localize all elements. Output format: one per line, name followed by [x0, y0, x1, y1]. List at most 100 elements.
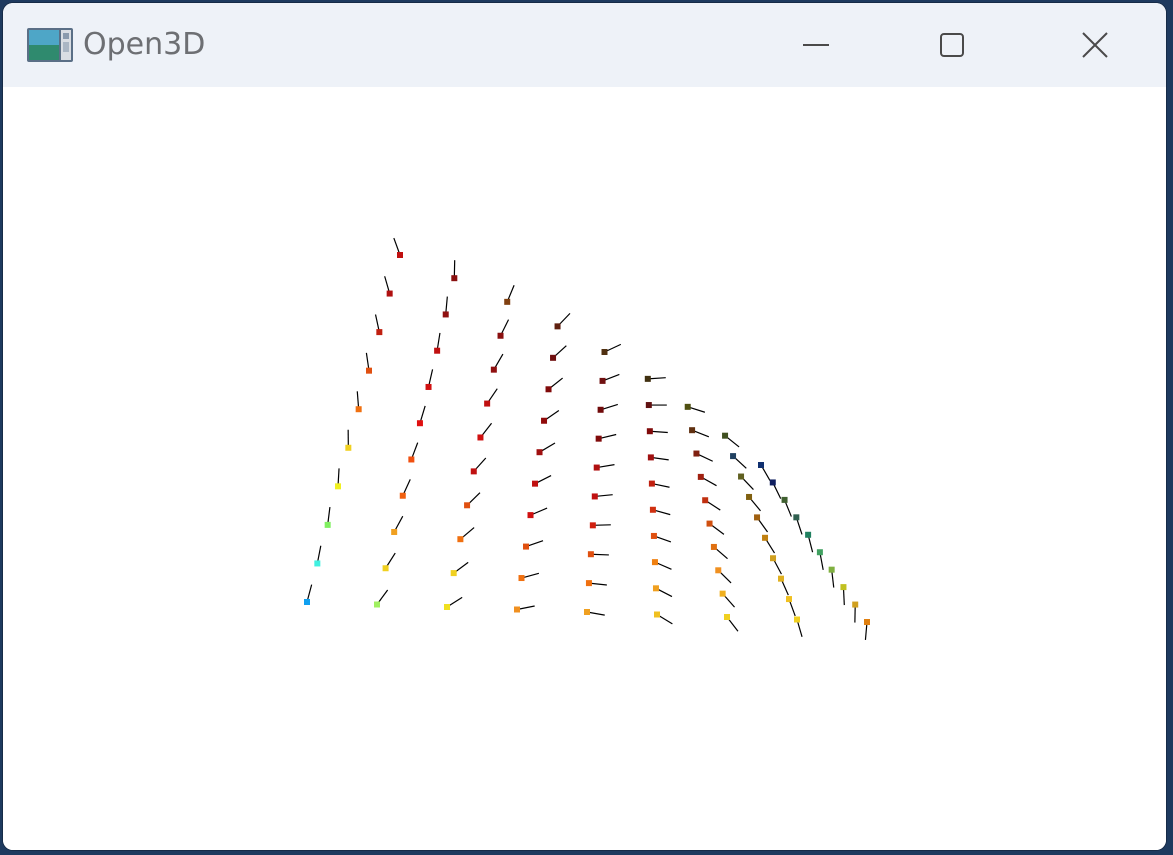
cloud-point: [754, 514, 761, 521]
cloud-point: [762, 534, 769, 541]
cloud-point: [366, 367, 372, 374]
cloud-point: [514, 606, 520, 613]
cloud-point: [457, 536, 464, 543]
cloud-point: [442, 311, 449, 318]
cloud-point: [397, 252, 403, 258]
cloud-point: [484, 400, 491, 407]
cloud-point: [651, 559, 658, 566]
cloud-point: [706, 520, 713, 527]
cloud-point: [434, 347, 441, 354]
cloud-point: [536, 449, 543, 456]
cloud-point: [840, 584, 847, 591]
cloud-point: [425, 383, 432, 390]
cloud-point: [645, 402, 652, 409]
cloud-point: [648, 480, 655, 487]
cloud-point: [770, 555, 777, 562]
cloud-point: [490, 366, 497, 373]
cloud-point: [304, 599, 310, 605]
cloud-point: [599, 377, 606, 384]
cloud-point: [541, 417, 548, 424]
cloud-point: [684, 403, 691, 410]
cloud-point: [864, 619, 870, 625]
maximize-icon: [940, 33, 964, 57]
cloud-point: [702, 497, 709, 504]
cloud-point: [746, 493, 753, 500]
window-title: Open3D: [83, 27, 206, 62]
cloud-point: [386, 290, 393, 297]
cloud-point: [597, 406, 604, 413]
cloud-point: [758, 462, 764, 468]
cloud-point: [589, 522, 596, 529]
cloud-point: [724, 614, 730, 620]
cloud-point: [532, 480, 539, 487]
cloud-point: [786, 596, 793, 603]
cloud-point: [374, 601, 380, 608]
cloud-point: [781, 496, 788, 503]
cloud-point: [584, 609, 590, 615]
cloud-point: [689, 427, 696, 434]
cloud-point: [778, 575, 785, 582]
cloud-point: [518, 575, 525, 582]
cloud-point: [654, 611, 660, 618]
cloud-point: [793, 514, 800, 521]
cloud-point: [450, 570, 457, 577]
cloud-point: [646, 428, 653, 435]
cloud-point: [527, 512, 534, 519]
cloud-point: [314, 560, 321, 567]
cloud-point: [828, 566, 835, 573]
cloud-point: [647, 454, 654, 461]
cloud-point: [497, 332, 504, 339]
cloud-point: [650, 532, 657, 539]
open3d-window: Open3D: [3, 3, 1166, 850]
cloud-point: [730, 453, 737, 460]
cloud-point: [504, 298, 511, 305]
3d-viewport[interactable]: [3, 87, 1166, 850]
cloud-point: [324, 521, 331, 528]
cloud-point: [794, 616, 800, 623]
cloud-point: [652, 585, 659, 592]
cloud-point: [382, 565, 389, 572]
cloud-point: [451, 275, 458, 282]
cloud-point: [399, 492, 406, 499]
cloud-point: [595, 435, 602, 442]
cloud-point: [591, 493, 598, 500]
cloud-point: [545, 386, 552, 393]
cloud-point: [710, 543, 717, 550]
cloud-point: [649, 506, 656, 513]
cloud-point: [464, 502, 471, 509]
minimize-button[interactable]: [746, 3, 886, 87]
cloud-point: [587, 551, 594, 558]
cloud-point: [738, 473, 745, 480]
close-button[interactable]: [1025, 3, 1165, 87]
cloud-point: [693, 450, 700, 457]
cloud-point: [852, 601, 859, 608]
open3d-app-icon: [27, 28, 73, 62]
title-bar[interactable]: Open3D: [3, 3, 1166, 87]
cloud-point: [444, 604, 450, 610]
cloud-point: [554, 323, 561, 330]
cloud-point: [593, 464, 600, 471]
cloud-point: [644, 375, 651, 382]
cloud-point: [523, 543, 530, 550]
cloud-point: [805, 531, 812, 538]
cloud-point: [585, 580, 592, 587]
cloud-point: [722, 432, 729, 439]
cloud-point: [470, 468, 477, 475]
cloud-point: [601, 349, 608, 355]
cloud-point: [550, 354, 557, 361]
cloud-point: [391, 528, 398, 535]
minimize-icon: [803, 43, 829, 47]
cloud-point: [416, 420, 423, 427]
point-cloud-canvas: [304, 237, 870, 640]
close-icon: [1082, 32, 1108, 58]
cloud-point: [769, 479, 776, 486]
cloud-point: [697, 473, 704, 480]
cloud-point: [345, 444, 352, 451]
cloud-point: [477, 434, 484, 441]
cloud-point: [355, 406, 362, 413]
cloud-point: [376, 329, 383, 336]
cloud-point: [715, 567, 722, 574]
cloud-point: [719, 590, 726, 597]
cloud-point: [816, 549, 823, 556]
maximize-button[interactable]: [882, 3, 1022, 87]
